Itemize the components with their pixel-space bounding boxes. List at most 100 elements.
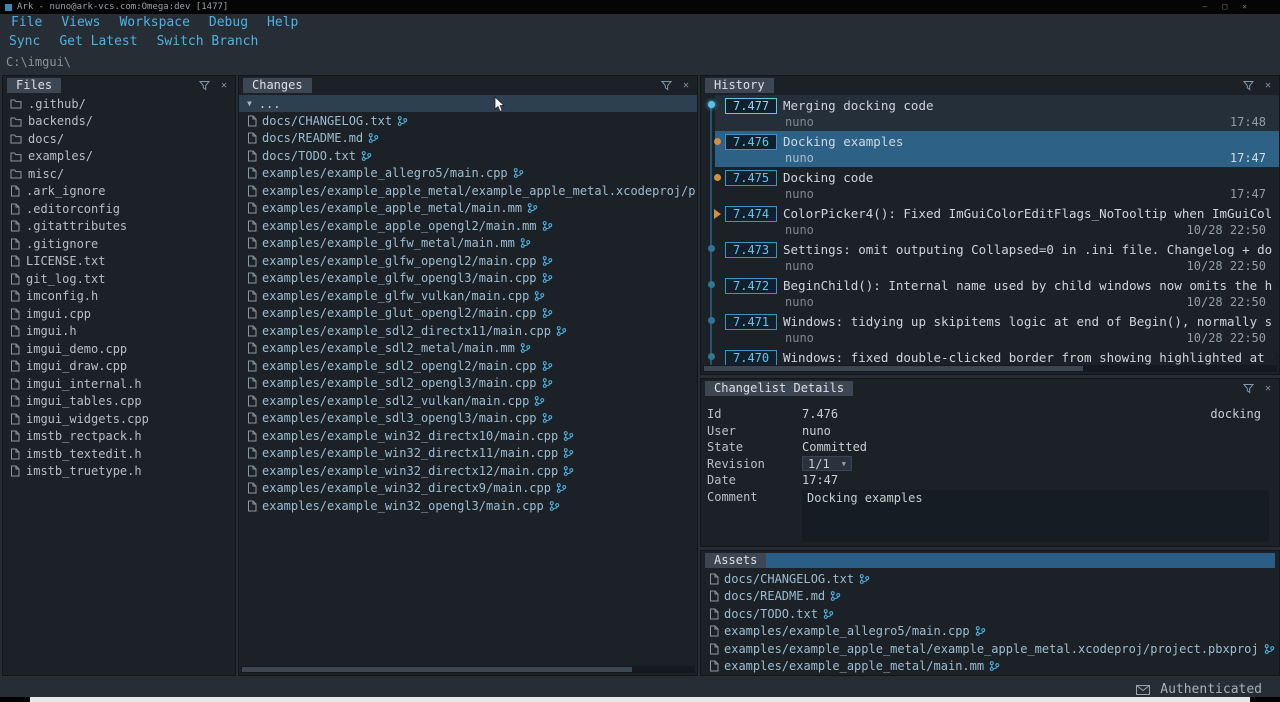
- file-tree-item[interactable]: backends/: [3, 113, 235, 131]
- changed-file-row[interactable]: examples/example_apple_metal/main.mm: [701, 658, 1279, 676]
- file-tree-item[interactable]: imgui_demo.cpp: [3, 340, 235, 358]
- file-tree-item[interactable]: imgui_tables.cpp: [3, 393, 235, 411]
- file-tree-item[interactable]: imstb_truetype.h: [3, 463, 235, 481]
- menu-workspace[interactable]: Workspace: [119, 15, 189, 30]
- file-tree-item[interactable]: .github/: [3, 95, 235, 113]
- chevron-down-icon[interactable]: ▼: [247, 99, 252, 108]
- close-window-icon[interactable]: ✕: [1242, 0, 1247, 14]
- taskbar-strip: [30, 697, 1250, 702]
- file-tree-item[interactable]: examples/: [3, 148, 235, 166]
- file-tree-item[interactable]: .gitattributes: [3, 218, 235, 236]
- changed-file-row[interactable]: docs/TODO.txt: [239, 147, 697, 165]
- file-tree-item[interactable]: imgui_internal.h: [3, 375, 235, 393]
- changed-file-row[interactable]: examples/example_glut_opengl2/main.cpp: [239, 305, 697, 323]
- changed-file-row[interactable]: examples/example_win32_directx10/main.cp…: [239, 427, 697, 445]
- file-tree-item[interactable]: imstb_textedit.h: [3, 445, 235, 463]
- file-tree-item[interactable]: misc/: [3, 165, 235, 183]
- commit-author: nuno: [785, 223, 814, 237]
- detail-branch-name: docking: [1210, 407, 1273, 421]
- branch-icon: [859, 573, 870, 585]
- history-horizontal-scrollbar: [703, 365, 1277, 372]
- file-tree-item[interactable]: .ark_ignore: [3, 183, 235, 201]
- filter-icon[interactable]: [197, 79, 211, 93]
- scrollbar-thumb[interactable]: [242, 667, 632, 672]
- changed-file-row[interactable]: examples/example_glfw_opengl3/main.cpp: [239, 270, 697, 288]
- changed-file-row[interactable]: docs/CHANGELOG.txt: [701, 570, 1279, 588]
- file-tree-item[interactable]: .gitignore: [3, 235, 235, 253]
- changed-file-row[interactable]: examples/example_win32_opengl3/main.cpp: [239, 497, 697, 515]
- filter-icon[interactable]: [659, 79, 673, 93]
- commit-author: nuno: [785, 331, 814, 345]
- changed-file-row[interactable]: examples/example_apple_metal/main.mm: [239, 200, 697, 218]
- menu-views[interactable]: Views: [61, 15, 100, 30]
- changed-file-row[interactable]: examples/example_allegro5/main.cpp: [701, 623, 1279, 641]
- history-commit-row[interactable]: 7.470 Windows: fixed double-clicked bord…: [701, 347, 1279, 367]
- file-tree-item[interactable]: LICENSE.txt: [3, 253, 235, 271]
- close-icon[interactable]: ✕: [679, 79, 693, 93]
- folder-icon: [10, 98, 22, 109]
- changed-file-row[interactable]: examples/example_win32_directx9/main.cpp: [239, 480, 697, 498]
- commit-revision-badge: 7.475: [725, 170, 777, 186]
- file-icon: [247, 255, 257, 267]
- history-commit-row[interactable]: 7.472 BeginChild(): Internal name used b…: [701, 275, 1279, 311]
- changed-file-row[interactable]: examples/example_apple_opengl2/main.mm: [239, 217, 697, 235]
- changed-file-row[interactable]: examples/example_sdl2_vulkan/main.cpp: [239, 392, 697, 410]
- file-icon: [10, 395, 20, 407]
- maximize-icon[interactable]: □: [1222, 0, 1227, 14]
- changed-file-row[interactable]: examples/example_sdl2_opengl2/main.cpp: [239, 357, 697, 375]
- changed-file-row[interactable]: docs/TODO.txt: [701, 605, 1279, 623]
- close-icon[interactable]: ✕: [1261, 382, 1275, 396]
- minimize-icon[interactable]: –: [1203, 0, 1208, 14]
- changed-file-row[interactable]: docs/README.md: [701, 588, 1279, 606]
- file-tree-item[interactable]: imgui_draw.cpp: [3, 358, 235, 376]
- history-panel: History ✕ 7.477 Merging docking code nun…: [700, 75, 1280, 375]
- file-tree-item[interactable]: imgui.cpp: [3, 305, 235, 323]
- close-icon[interactable]: ✕: [217, 79, 231, 93]
- history-commit-row[interactable]: 7.476 Docking examples nuno 17:47: [701, 131, 1279, 167]
- changed-file-row[interactable]: examples/example_apple_metal/example_app…: [701, 640, 1279, 658]
- commit-revision-badge: 7.471: [725, 314, 777, 330]
- close-icon[interactable]: ✕: [1261, 79, 1275, 93]
- get-latest-button[interactable]: Get Latest: [59, 34, 137, 49]
- history-commit-row[interactable]: 7.475 Docking code nuno 17:47: [701, 167, 1279, 203]
- changed-file-row[interactable]: examples/example_glfw_vulkan/main.cpp: [239, 287, 697, 305]
- file-tree-item[interactable]: imgui_widgets.cpp: [3, 410, 235, 428]
- menu-help[interactable]: Help: [267, 15, 298, 30]
- changes-root-row[interactable]: ▼ ...: [239, 95, 697, 112]
- changed-file-row[interactable]: examples/example_sdl2_directx11/main.cpp: [239, 322, 697, 340]
- revision-selector[interactable]: 1/1 ▼: [802, 456, 852, 471]
- file-name: imstb_rectpack.h: [26, 429, 142, 443]
- history-commit-row[interactable]: 7.474 ColorPicker4(): Fixed ImGuiColorEd…: [701, 203, 1279, 239]
- file-tree-item[interactable]: imgui.h: [3, 323, 235, 341]
- sync-button[interactable]: Sync: [9, 34, 40, 49]
- file-tree-item[interactable]: .editorconfig: [3, 200, 235, 218]
- history-commit-row[interactable]: 7.477 Merging docking code nuno 17:48: [701, 95, 1279, 131]
- switch-branch-button[interactable]: Switch Branch: [157, 34, 259, 49]
- changed-file-row[interactable]: examples/example_win32_directx11/main.cp…: [239, 445, 697, 463]
- commit-time: 10/28 22:50: [1187, 295, 1266, 309]
- changed-file-path: examples/example_glfw_opengl2/main.cpp: [262, 254, 537, 268]
- file-tree-item[interactable]: imstb_rectpack.h: [3, 428, 235, 446]
- file-icon: [10, 273, 20, 285]
- changed-file-row[interactable]: examples/example_sdl3_opengl3/main.cpp: [239, 410, 697, 428]
- scrollbar-thumb[interactable]: [704, 366, 1083, 371]
- filter-icon[interactable]: [1241, 382, 1255, 396]
- menu-debug[interactable]: Debug: [209, 15, 248, 30]
- changed-file-row[interactable]: examples/example_glfw_opengl2/main.cpp: [239, 252, 697, 270]
- changed-file-row[interactable]: docs/README.md: [239, 130, 697, 148]
- changed-file-row[interactable]: examples/example_apple_metal/example_app…: [239, 182, 697, 200]
- file-tree-item[interactable]: imconfig.h: [3, 288, 235, 306]
- filter-icon[interactable]: [1241, 79, 1255, 93]
- changed-file-row[interactable]: examples/example_sdl2_metal/main.mm: [239, 340, 697, 358]
- changed-file-row[interactable]: examples/example_win32_directx12/main.cp…: [239, 462, 697, 480]
- history-commit-row[interactable]: 7.473 Settings: omit outputing Collapsed…: [701, 239, 1279, 275]
- file-tree-item[interactable]: git_log.txt: [3, 270, 235, 288]
- changed-file-row[interactable]: examples/example_allegro5/main.cpp: [239, 165, 697, 183]
- changed-file-row[interactable]: docs/CHANGELOG.txt: [239, 112, 697, 130]
- changed-file-row[interactable]: examples/example_glfw_metal/main.mm: [239, 235, 697, 253]
- menu-file[interactable]: File: [11, 15, 42, 30]
- changed-file-row[interactable]: examples/example_sdl2_opengl3/main.cpp: [239, 375, 697, 393]
- history-commit-row[interactable]: 7.471 Windows: tidying up skipitems logi…: [701, 311, 1279, 347]
- commit-title: Settings: omit outputing Collapsed=0 in …: [783, 242, 1273, 257]
- file-tree-item[interactable]: docs/: [3, 130, 235, 148]
